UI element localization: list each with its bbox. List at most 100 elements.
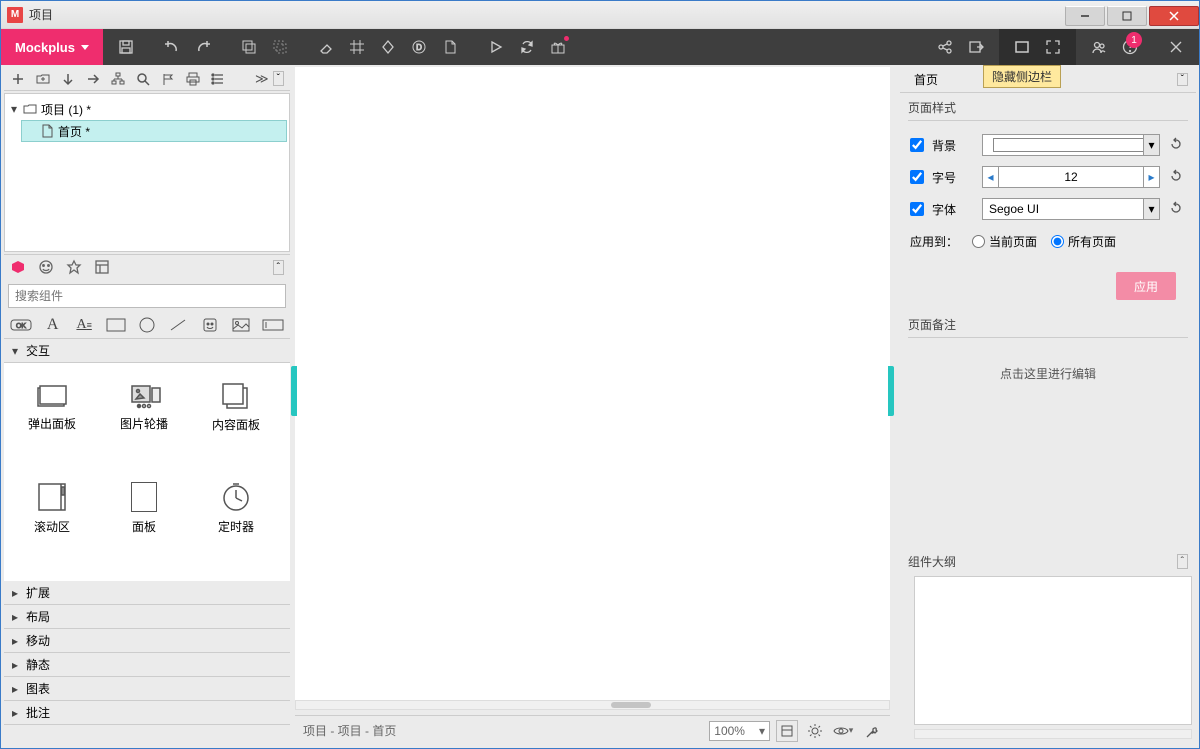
accordion-layout[interactable]: ▸布局 xyxy=(4,605,290,629)
left-panel: ≫ ˇ ▾ 项目 (1) * 首页 * ˆ OK A A≡ ▾交互 xyxy=(4,67,290,743)
titlebar: M 项目 xyxy=(1,1,1199,29)
right-panel: 首页 ˇ 页面样式 背景 ▾ 字号 ◂12▸ 字体 Segoe UI▾ 应用到：… xyxy=(900,67,1196,743)
brand-label: Mockplus xyxy=(15,40,75,55)
add-icon[interactable] xyxy=(10,71,26,87)
eraser-icon[interactable] xyxy=(317,38,335,56)
folder-add-icon[interactable] xyxy=(35,71,51,87)
comp-popup-panel[interactable]: 弹出面板 xyxy=(6,371,98,443)
minimize-button[interactable] xyxy=(1065,6,1105,26)
outline-collapse-icon[interactable]: ˆ xyxy=(1177,554,1188,569)
eye-icon[interactable]: ▾ xyxy=(832,720,854,742)
redo-icon[interactable] xyxy=(194,38,212,56)
rp-tab-page[interactable]: 首页 xyxy=(908,67,944,92)
fontsize-reset-icon[interactable] xyxy=(1168,168,1186,186)
search-input[interactable] xyxy=(8,284,286,308)
comp-content-panel[interactable]: 内容面板 xyxy=(190,371,282,443)
accordion-annotate[interactable]: ▸批注 xyxy=(4,701,290,725)
fontsize-checkbox[interactable] xyxy=(910,170,924,184)
comp-timer[interactable]: 定时器 xyxy=(190,472,282,544)
export-icon[interactable] xyxy=(967,38,985,56)
team-icon[interactable] xyxy=(1090,38,1108,56)
grid-icon[interactable] xyxy=(348,38,366,56)
list-icon[interactable] xyxy=(210,71,226,87)
rect-shape-icon[interactable] xyxy=(105,316,126,334)
hide-sidebar-icon[interactable] xyxy=(1013,38,1031,56)
comp-carousel[interactable]: 图片轮播 xyxy=(98,371,190,443)
emoji-tab-icon[interactable] xyxy=(38,259,56,277)
page-icon[interactable] xyxy=(441,38,459,56)
bg-color-field[interactable]: ▾ xyxy=(982,134,1160,156)
input-shape-icon[interactable] xyxy=(262,316,284,334)
accordion-interaction[interactable]: ▾交互 xyxy=(4,339,290,363)
line-shape-icon[interactable] xyxy=(168,316,189,334)
canvas-scrollbar[interactable] xyxy=(295,700,890,710)
gift-icon[interactable] xyxy=(549,38,567,56)
circle-shape-icon[interactable] xyxy=(136,316,157,334)
sticker-icon[interactable] xyxy=(199,316,220,334)
tree-root[interactable]: ▾ 项目 (1) * xyxy=(7,98,287,120)
radio-current-page[interactable]: 当前页面 xyxy=(972,233,1037,250)
outline-scrollbar[interactable] xyxy=(914,729,1192,739)
close-button[interactable] xyxy=(1149,6,1199,26)
bg-label: 背景 xyxy=(932,137,974,154)
down-arrow-icon[interactable] xyxy=(60,71,76,87)
fit-icon[interactable] xyxy=(776,720,798,742)
right-splitter[interactable] xyxy=(888,366,894,416)
flag-icon[interactable] xyxy=(160,71,176,87)
text-underline-icon[interactable]: A≡ xyxy=(73,316,94,334)
rp-section-style: 页面样式 xyxy=(900,93,1196,118)
bg-reset-icon[interactable] xyxy=(1168,136,1186,154)
zoom-select[interactable]: 100%▾ xyxy=(709,721,770,741)
share-icon[interactable] xyxy=(936,38,954,56)
maximize-button[interactable] xyxy=(1107,6,1147,26)
bg-checkbox[interactable] xyxy=(910,138,924,152)
outline-area[interactable] xyxy=(914,576,1192,725)
ungroup-icon[interactable] xyxy=(271,38,289,56)
apply-button[interactable]: 应用 xyxy=(1116,272,1176,300)
accordion-static[interactable]: ▸静态 xyxy=(4,653,290,677)
left-splitter[interactable] xyxy=(291,366,297,416)
accordion-extend[interactable]: ▸扩展 xyxy=(4,581,290,605)
print-icon[interactable] xyxy=(185,71,201,87)
undo-icon[interactable] xyxy=(163,38,181,56)
fullscreen-icon[interactable] xyxy=(1044,38,1062,56)
wrench-icon[interactable] xyxy=(860,720,882,742)
sync-icon[interactable] xyxy=(518,38,536,56)
template-tab-icon[interactable] xyxy=(94,259,112,277)
font-reset-icon[interactable] xyxy=(1168,200,1186,218)
fontsize-field[interactable]: ◂12▸ xyxy=(982,166,1160,188)
components-tab-icon[interactable] xyxy=(10,259,28,277)
comp-panel[interactable]: 面板 xyxy=(98,472,190,544)
tree-page[interactable]: 首页 * xyxy=(21,120,287,142)
hierarchy-icon[interactable] xyxy=(110,71,126,87)
accordion-chart[interactable]: ▸图表 xyxy=(4,677,290,701)
brightness-icon[interactable] xyxy=(804,720,826,742)
font-field[interactable]: Segoe UI▾ xyxy=(982,198,1160,220)
circle-d-icon[interactable]: D xyxy=(410,38,428,56)
radio-all-pages[interactable]: 所有页面 xyxy=(1051,233,1116,250)
brand-menu[interactable]: Mockplus xyxy=(1,29,103,65)
page-toolbar: ≫ ˇ xyxy=(4,67,290,91)
window-title: 项目 xyxy=(29,6,53,23)
button-shape-icon[interactable]: OK xyxy=(10,316,32,334)
right-arrow-icon[interactable] xyxy=(85,71,101,87)
collapse-components-icon[interactable]: ˆ xyxy=(273,260,284,275)
tree-root-label: 项目 (1) * xyxy=(41,101,91,118)
group-icon[interactable] xyxy=(240,38,258,56)
rp-collapse-icon[interactable]: ˇ xyxy=(1177,73,1188,86)
play-icon[interactable] xyxy=(487,38,505,56)
accordion-mobile[interactable]: ▸移动 xyxy=(4,629,290,653)
notification-badge[interactable]: 1 xyxy=(1126,32,1142,48)
close-panel-icon[interactable] xyxy=(1167,38,1185,56)
autolayout-icon[interactable] xyxy=(379,38,397,56)
save-icon[interactable] xyxy=(117,38,135,56)
collapse-pages-icon[interactable]: ˇ xyxy=(273,71,284,86)
text-a-icon[interactable]: A xyxy=(42,316,63,334)
search-icon[interactable] xyxy=(135,71,151,87)
canvas[interactable] xyxy=(295,67,890,706)
image-shape-icon[interactable] xyxy=(231,316,252,334)
memo-area[interactable]: 点击这里进行编辑 xyxy=(900,346,1196,400)
comp-scroll-area[interactable]: 滚动区 xyxy=(6,472,98,544)
star-tab-icon[interactable] xyxy=(66,259,84,277)
font-checkbox[interactable] xyxy=(910,202,924,216)
